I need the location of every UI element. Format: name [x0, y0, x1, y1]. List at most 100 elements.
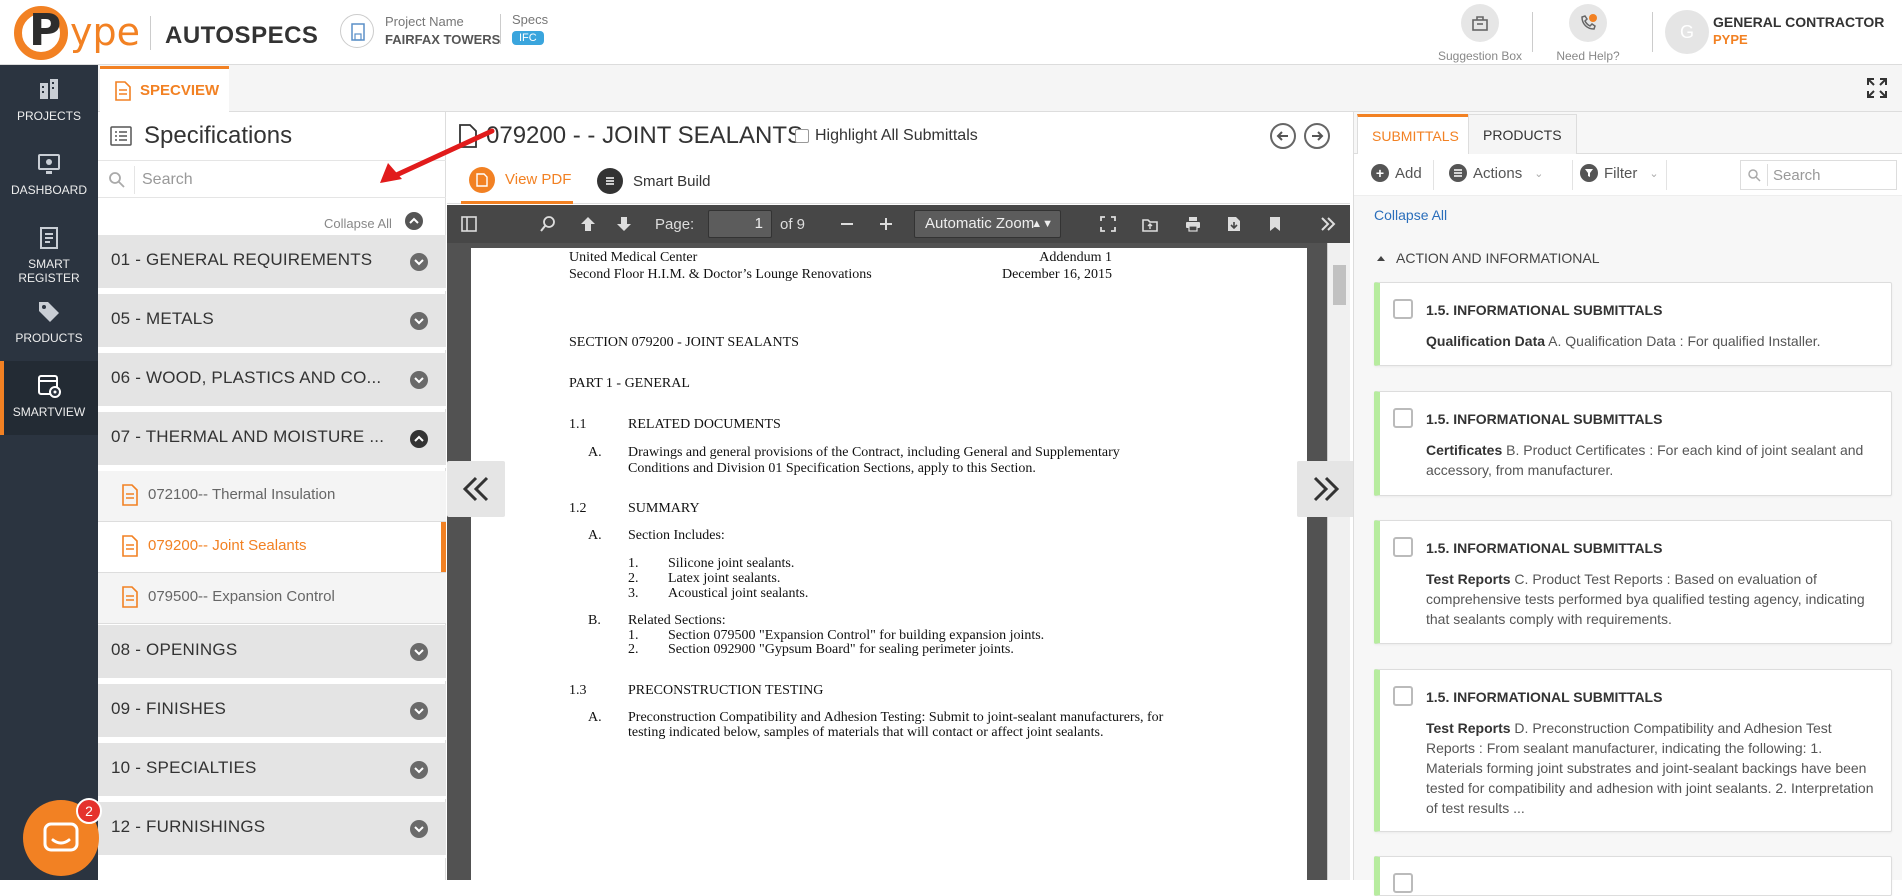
division-label: 08 - OPENINGS	[111, 640, 238, 659]
nav-label: SMART REGISTER	[18, 257, 80, 285]
pdf-line: Silicone joint sealants.	[668, 556, 795, 571]
submittal-checkbox[interactable]	[1393, 873, 1413, 893]
sidebar-toggle-icon[interactable]	[458, 213, 480, 235]
next-section-button[interactable]	[1304, 123, 1330, 149]
chevron-up-icon[interactable]	[405, 212, 423, 230]
submittal-title: 1.5. INFORMATIONAL SUBMITTALS	[1426, 689, 1663, 705]
highlight-all-submittals[interactable]: Highlight All Submittals	[795, 127, 978, 145]
section-item[interactable]: 072100-- Thermal Insulation	[98, 471, 446, 522]
highlight-checkbox[interactable]	[795, 129, 809, 143]
section-label: 072100-- Thermal Insulation	[148, 486, 336, 503]
submittal-type: Certificates	[1426, 442, 1503, 458]
submittal-card[interactable]: 1.5. INFORMATIONAL SUBMITTALS Qualificat…	[1374, 282, 1892, 366]
submittal-card[interactable]: 1.5. INFORMATIONAL SUBMITTALS Certificat…	[1374, 391, 1892, 496]
submittal-title: 1.5. INFORMATIONAL SUBMITTALS	[1426, 411, 1663, 427]
zoom-in-icon[interactable]	[875, 213, 897, 235]
division-item[interactable]: 06 - WOOD, PLASTICS AND CO...	[98, 353, 446, 409]
fullscreen-icon[interactable]	[1865, 76, 1889, 100]
pdf-line: PRECONSTRUCTION TESTING	[628, 683, 824, 698]
nav-dashboard[interactable]: DASHBOARD	[0, 139, 98, 213]
double-chevron-left-icon	[462, 476, 489, 502]
scrollbar-thumb[interactable]	[1333, 265, 1346, 305]
submittal-card[interactable]: 1.5. INFORMATIONAL SUBMITTALS Test Repor…	[1374, 669, 1892, 832]
search-icon	[109, 172, 125, 188]
submittals-search-input[interactable]	[1773, 163, 1891, 187]
tab-specview[interactable]: SPECVIEW	[100, 66, 229, 112]
need-help-label: Need Help?	[1556, 49, 1620, 63]
zoom-select[interactable]: Automatic Zoom ▲▼	[914, 210, 1061, 238]
chevron-down-icon[interactable]	[410, 820, 428, 838]
tab-submittals[interactable]: SUBMITTALS	[1357, 114, 1474, 154]
pdf-line: RELATED DOCUMENTS	[628, 417, 781, 432]
open-file-icon[interactable]	[1139, 213, 1161, 235]
pype-logo[interactable]: P ype	[14, 4, 142, 60]
nav-smart-register[interactable]: SMART REGISTER	[0, 213, 98, 287]
next-page-button[interactable]	[1297, 461, 1355, 517]
tab-smart-build[interactable]: Smart Build	[597, 158, 711, 204]
filter-button[interactable]: Filter ⌄	[1572, 164, 1659, 182]
section-label: 079500-- Expansion Control	[148, 588, 335, 605]
actions-button[interactable]: Actions ⌄	[1449, 164, 1543, 182]
division-item-expanded[interactable]: 07 - THERMAL AND MOISTURE ...	[98, 412, 446, 468]
submittal-card[interactable]: 1.5. INFORMATIONAL SUBMITTALS Test Repor…	[1374, 520, 1892, 644]
division-item[interactable]: 10 - SPECIALTIES	[98, 743, 446, 799]
add-button[interactable]: + Add	[1371, 164, 1422, 182]
chevron-down-icon[interactable]	[410, 761, 428, 779]
pdf-viewer[interactable]: United Medical Center Second Floor H.I.M…	[447, 243, 1350, 880]
presentation-mode-icon[interactable]	[1097, 213, 1119, 235]
submittal-checkbox[interactable]	[1393, 408, 1413, 428]
submittal-checkbox[interactable]	[1393, 299, 1413, 319]
smartview-icon	[34, 371, 64, 401]
list-icon	[1449, 164, 1467, 182]
print-icon[interactable]	[1182, 213, 1204, 235]
specs-header: Specifications	[110, 122, 292, 150]
section-item-active[interactable]: 079200-- Joint Sealants	[98, 522, 446, 573]
submittal-checkbox[interactable]	[1393, 686, 1413, 706]
search-icon[interactable]	[537, 213, 559, 235]
chevron-down-icon[interactable]	[410, 643, 428, 661]
chevron-down-icon[interactable]	[410, 253, 428, 271]
arrow-up-icon[interactable]	[577, 213, 599, 235]
submittal-type: Test Reports	[1426, 571, 1511, 587]
avatar[interactable]: G	[1665, 10, 1709, 54]
division-item[interactable]: 08 - OPENINGS	[98, 625, 446, 681]
prev-page-button[interactable]	[447, 461, 505, 517]
pdf-scrollbar[interactable]	[1327, 243, 1350, 880]
zoom-out-icon[interactable]	[836, 213, 858, 235]
division-item[interactable]: 01 - GENERAL REQUIREMENTS	[98, 235, 446, 291]
bookmark-icon[interactable]	[1264, 213, 1286, 235]
pdf-line: 1.	[628, 556, 639, 571]
download-icon[interactable]	[1223, 213, 1245, 235]
chevron-down-icon[interactable]	[410, 702, 428, 720]
logo-p: P	[29, 5, 62, 56]
chevron-down-icon[interactable]	[410, 312, 428, 330]
need-help-button[interactable]: Need Help?	[1543, 4, 1633, 63]
pdf-line: SECTION 079200 - JOINT SEALANTS	[569, 335, 799, 350]
tab-products[interactable]: PRODUCTS	[1468, 114, 1577, 154]
section-item[interactable]: 079500-- Expansion Control	[98, 573, 446, 624]
submittal-group-header[interactable]: ACTION AND INFORMATIONAL	[1376, 250, 1600, 266]
division-label: 12 - FURNISHINGS	[111, 817, 266, 836]
submittal-card[interactable]	[1374, 856, 1892, 896]
specs-badge[interactable]: IFC	[512, 31, 544, 45]
top-bar: P ype AUTOSPECS Project Name FAIRFAX TOW…	[0, 0, 1902, 65]
suggestion-box-button[interactable]: Suggestion Box	[1435, 4, 1525, 63]
user-role[interactable]: GENERAL CONTRACTOR	[1713, 14, 1884, 30]
double-chevron-right-icon[interactable]	[1317, 213, 1339, 235]
submittals-collapse-all[interactable]: Collapse All	[1374, 207, 1447, 223]
page-number-input[interactable]: 1	[708, 210, 772, 238]
nav-smartview[interactable]: SMARTVIEW	[0, 361, 98, 435]
project-name[interactable]: FAIRFAX TOWERS	[385, 32, 500, 47]
nav-projects[interactable]: PROJECTS	[0, 65, 98, 139]
specs-collapse-all[interactable]: Collapse All	[324, 216, 392, 231]
chevron-up-icon[interactable]	[410, 430, 428, 448]
division-item[interactable]: 05 - METALS	[98, 294, 446, 350]
submittal-checkbox[interactable]	[1393, 537, 1413, 557]
nav-products[interactable]: PRODUCTS	[0, 287, 98, 361]
document-icon	[122, 484, 138, 506]
division-item[interactable]: 12 - FURNISHINGS	[98, 802, 446, 858]
division-item[interactable]: 09 - FINISHES	[98, 684, 446, 740]
chevron-down-icon[interactable]	[410, 371, 428, 389]
arrow-down-icon[interactable]	[613, 213, 635, 235]
prev-section-button[interactable]	[1270, 123, 1296, 149]
